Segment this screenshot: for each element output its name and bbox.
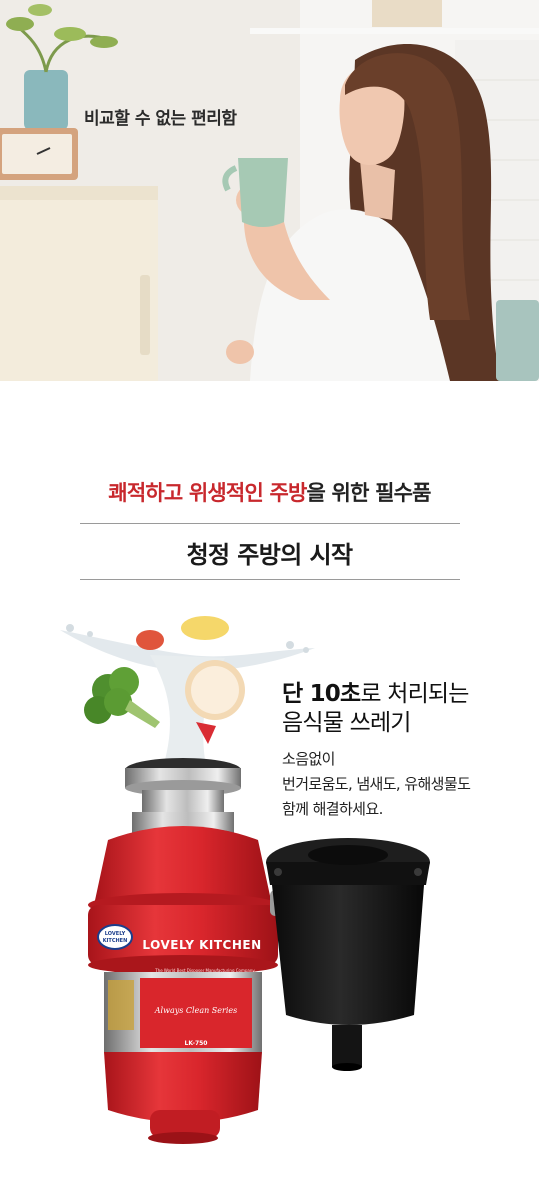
subtitle-text: 을 위한 필수품 (306, 481, 432, 505)
hero-caption: 비교할 수 없는 편리함 (84, 109, 237, 129)
svg-text:LOVELY: LOVELY (105, 931, 126, 937)
feature-line-1: 소음없이 (282, 750, 335, 768)
brand-badge: LOVELY KITCHEN (97, 924, 133, 950)
feature-head-line2: 음식물 쓰레기 (282, 710, 411, 736)
brand-name: LOVELY KITCHEN (142, 938, 261, 952)
divider-top (80, 523, 460, 524)
fridge-icon (0, 186, 158, 381)
section-subtitle: 쾌적하고 위생적인 주방을 위한 필수품 (0, 477, 539, 507)
feature-line-3: 함께 해결하세요. (282, 800, 383, 818)
feature-line-2: 번거로움도, 냄새도, 유해생물도 (282, 775, 471, 793)
clock-icon (0, 128, 78, 180)
hero-banner: 비교할 수 없는 편리함 (0, 0, 539, 381)
hopper-container (266, 838, 430, 1071)
hero-photo (0, 0, 539, 381)
section-title: 청정 주방의 시작 (186, 541, 353, 569)
feature-head-rest: 로 처리되는 (360, 681, 469, 707)
feature-heading: 단 10초로 처리되는 음식물 쓰레기 (282, 680, 469, 738)
series-label: Always Clean Series (154, 1006, 237, 1015)
subtitle-accent: 쾌적하고 위생적인 주방 (108, 481, 307, 505)
model-label: LK-750 (185, 1040, 208, 1047)
feature-highlight: 단 10초 (282, 681, 361, 707)
divider-bottom (80, 579, 460, 580)
svg-text:KITCHEN: KITCHEN (103, 938, 128, 944)
feature-description: 소음없이 번거로움도, 냄새도, 유해생물도 함께 해결하세요. (282, 747, 471, 822)
